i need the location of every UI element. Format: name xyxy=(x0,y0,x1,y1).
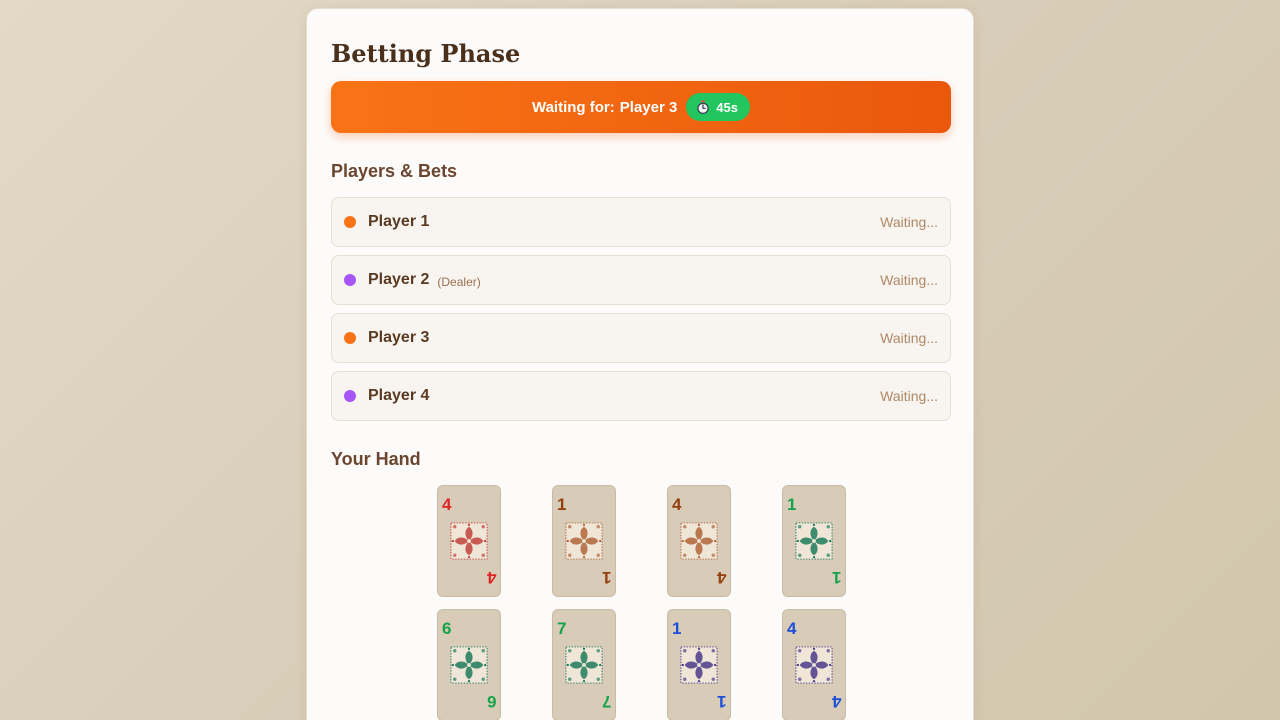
player-bet-status: Waiting... xyxy=(880,214,938,230)
player-status-dot xyxy=(344,332,356,344)
players-section-title: Players & Bets xyxy=(331,161,458,181)
card-tile-icon xyxy=(450,522,488,560)
turn-timer: 45s xyxy=(686,93,750,121)
dealer-tag: (Dealer) xyxy=(437,274,481,289)
card-tile-icon xyxy=(450,646,488,684)
card-rank-bottom: 4 xyxy=(831,692,841,711)
player-name: Player 3 xyxy=(368,329,430,346)
hand-card[interactable]: 1 1 xyxy=(667,609,731,720)
hand-card[interactable]: 4 4 xyxy=(667,485,731,597)
page-title: Betting Phase xyxy=(331,39,521,68)
turn-label: Waiting for: xyxy=(531,98,615,116)
card-rank-top: 4 xyxy=(672,495,682,514)
player-bet-status: Waiting... xyxy=(880,330,938,346)
card-rank-bottom: 4 xyxy=(716,568,726,587)
card-rank-top: 1 xyxy=(672,619,682,638)
card-rank-top: 4 xyxy=(787,619,797,638)
card-tile-icon xyxy=(565,646,603,684)
card-rank-top: 6 xyxy=(442,619,452,638)
card-rank-bottom: 6 xyxy=(486,692,496,711)
player-row: Player 2 (Dealer) Waiting... xyxy=(331,255,951,305)
card-tile-icon xyxy=(680,522,718,560)
player-status-dot xyxy=(344,390,356,402)
card-tile-icon xyxy=(795,646,833,684)
hand-card[interactable]: 6 6 xyxy=(437,609,501,720)
card-rank-top: 1 xyxy=(557,495,567,514)
card-tile-icon xyxy=(680,646,718,684)
player-status-dot xyxy=(344,216,356,228)
stopwatch-icon xyxy=(697,100,709,114)
player-row: Player 1 Waiting... xyxy=(331,197,951,247)
hand-card[interactable]: 1 1 xyxy=(552,485,616,597)
turn-banner: Waiting for: Player 3 45s xyxy=(331,81,951,133)
card-rank-bottom: 4 xyxy=(486,568,496,587)
player-bet-status: Waiting... xyxy=(880,388,938,404)
hand-card[interactable]: 4 4 xyxy=(782,609,846,720)
player-name: Player 2 xyxy=(368,271,430,288)
card-rank-bottom: 1 xyxy=(716,692,726,711)
player-row: Player 3 Waiting... xyxy=(331,313,951,363)
card-rank-bottom: 7 xyxy=(601,692,611,711)
card-rank-top: 4 xyxy=(442,495,452,514)
players-list: Player 1 Waiting... Player 2 (Dealer) Wa… xyxy=(331,197,951,429)
player-name: Player 1 xyxy=(368,213,430,230)
hand-card[interactable]: 7 7 xyxy=(552,609,616,720)
betting-panel: Betting Phase Waiting for: Player 3 45s … xyxy=(306,8,974,720)
player-name: Player 4 xyxy=(368,387,430,404)
timer-value: 45s xyxy=(716,99,738,115)
hand-cards: 4 4 1 1 4 4 1 1 6 6 7 7 1 1 4 4 xyxy=(437,485,846,720)
player-status-dot xyxy=(344,274,356,286)
card-rank-top: 7 xyxy=(557,619,567,638)
card-tile-icon xyxy=(795,522,833,560)
turn-player: Player 3 xyxy=(619,98,678,116)
player-row: Player 4 Waiting... xyxy=(331,371,951,421)
card-rank-top: 1 xyxy=(787,495,797,514)
hand-section-title: Your Hand xyxy=(331,449,421,469)
card-rank-bottom: 1 xyxy=(601,568,611,587)
hand-card[interactable]: 4 4 xyxy=(437,485,501,597)
card-rank-bottom: 1 xyxy=(831,568,841,587)
hand-card[interactable]: 1 1 xyxy=(782,485,846,597)
player-bet-status: Waiting... xyxy=(880,272,938,288)
card-tile-icon xyxy=(565,522,603,560)
